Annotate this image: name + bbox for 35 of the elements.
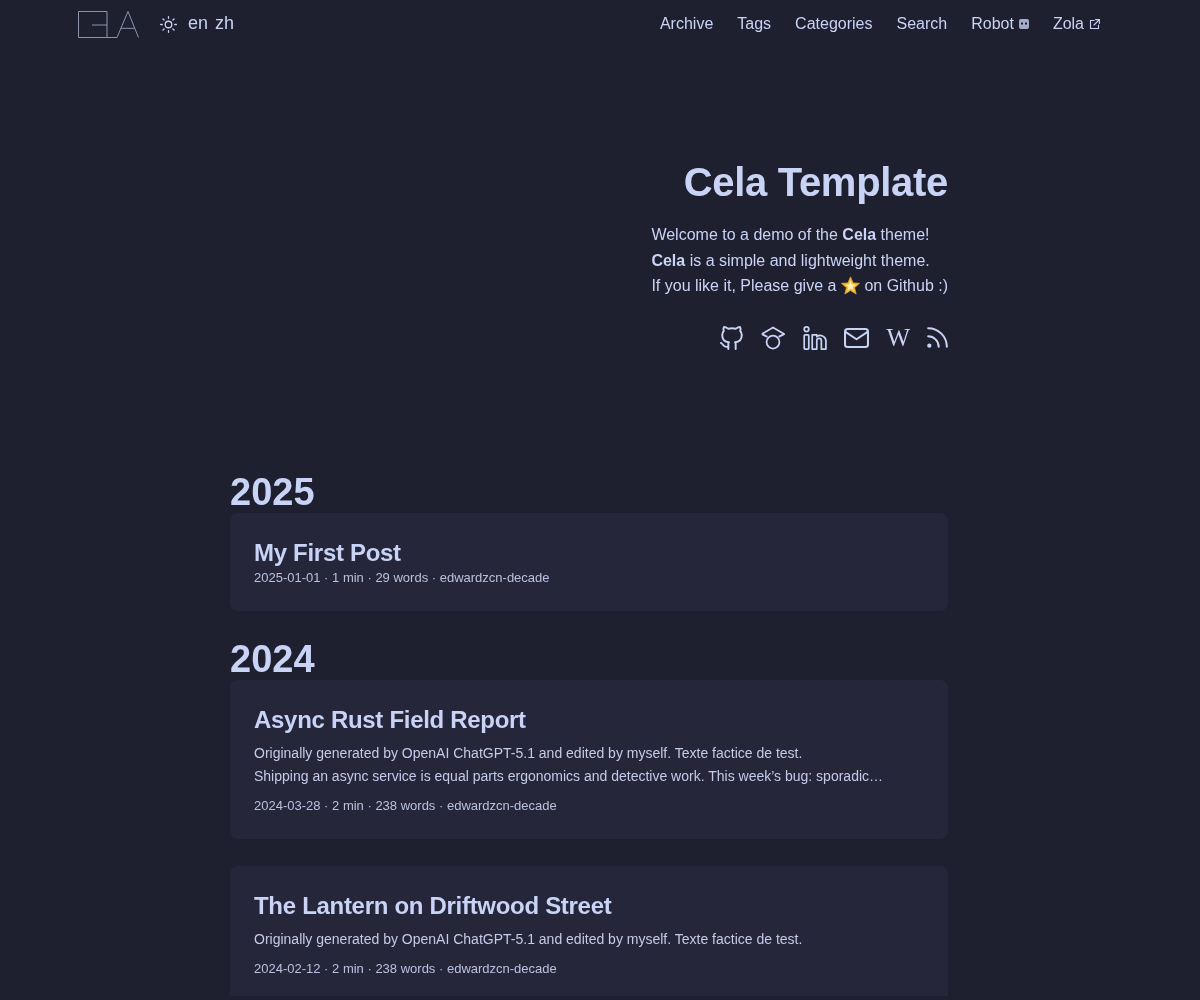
nav-link[interactable]: Robot <box>971 13 1029 35</box>
post-summary: Shipping an async service is equal parts ergonomics and detective work. This week’s bug: sporadic… <box>254 766 885 786</box>
nav-link[interactable]: Search <box>896 13 948 35</box>
linkedin-icon[interactable] <box>802 325 828 350</box>
external-link-icon <box>1089 18 1100 30</box>
post-title[interactable]: My First Post <box>254 536 924 568</box>
sun-icon[interactable] <box>160 15 177 33</box>
intro-text: Welcome to a demo of the Cela theme! <box>651 225 931 245</box>
intro-text: Cela is a simple and lightweight theme. <box>651 250 931 271</box>
graduation-cap-icon[interactable] <box>761 325 786 350</box>
nav-link[interactable]: Zola <box>1052 13 1100 35</box>
nav-link[interactable]: Tags <box>737 13 772 35</box>
logo-icon[interactable] <box>78 11 139 38</box>
site-title: Cela Template <box>683 159 948 206</box>
mail-icon[interactable] <box>844 327 870 348</box>
rss-icon[interactable] <box>927 327 948 348</box>
post-summary: Originally generated by OpenAI ChatGPT-5.1 and edited by myself. Texte factice de test. <box>254 743 804 763</box>
language-link[interactable]: en <box>188 12 209 34</box>
intro-text: on Github :) <box>864 276 948 296</box>
intro-text: If you like it, Please give a <box>651 276 837 296</box>
year-heading: 2025 <box>230 470 316 513</box>
post-title[interactable]: The Lantern on Driftwood Street <box>254 889 924 921</box>
post-summary: Originally generated by OpenAI ChatGPT-5.1 and edited by myself. Texte factice de test. <box>254 929 804 949</box>
robot-icon <box>1018 19 1029 29</box>
language-link[interactable]: zh <box>215 12 235 34</box>
post-meta: 2024-02-12 · 2 min · 238 words · edwardzcn-decade <box>254 959 558 978</box>
wiki-link[interactable]: W <box>886 325 910 350</box>
nav-link[interactable]: Archive <box>659 13 714 35</box>
post-meta: 2025-01-01 · 1 min · 29 words · edwardzcn-decade <box>254 568 551 587</box>
github-icon[interactable] <box>720 325 745 350</box>
nav-link[interactable]: Categories <box>795 13 873 35</box>
star-icon <box>841 276 861 296</box>
post-title[interactable]: Async Rust Field Report <box>254 703 924 735</box>
post-meta: 2024-03-28 · 2 min · 238 words · edwardzcn-decade <box>254 796 558 815</box>
year-heading: 2024 <box>230 637 316 680</box>
